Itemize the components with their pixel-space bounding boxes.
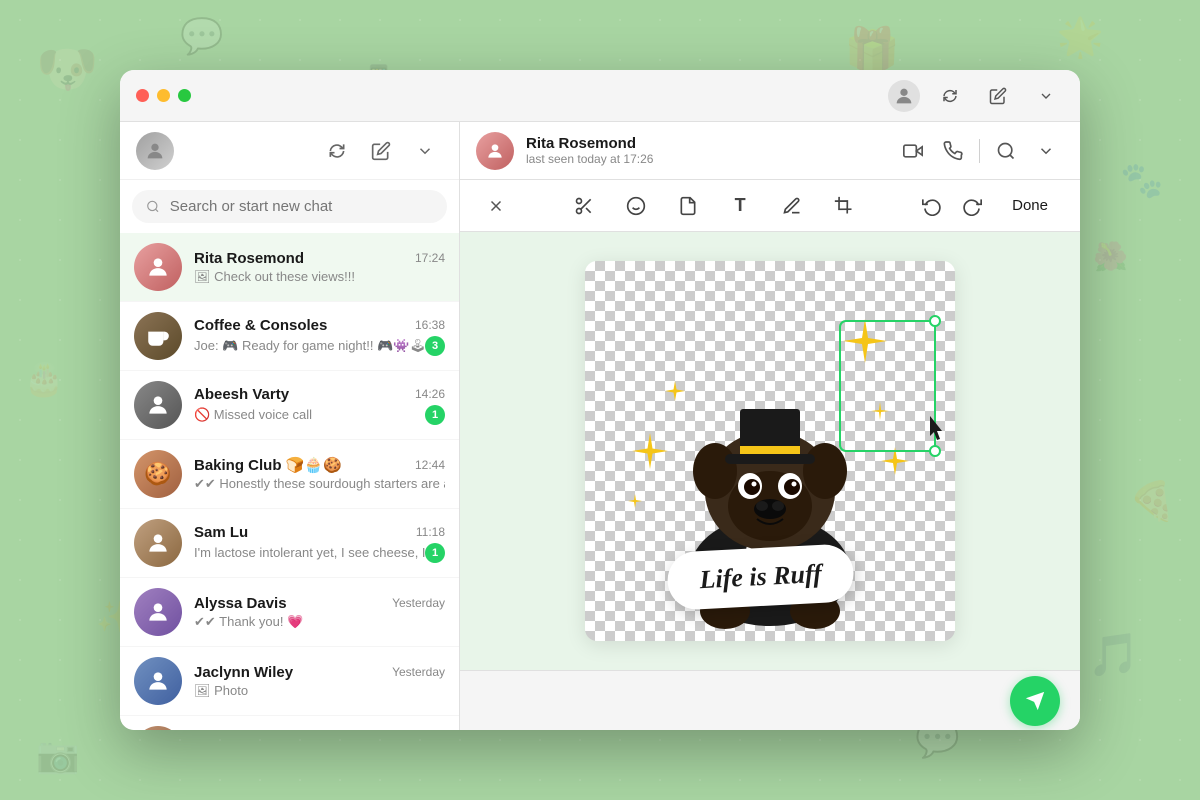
unread-badge: 3 [425, 336, 445, 356]
avatar [134, 519, 182, 567]
chat-preview: ✔✔ Thank you! 💗 [194, 614, 303, 630]
list-item[interactable]: Alyssa Davis Yesterday ✔✔ Thank you! 💗 [120, 578, 459, 647]
editor-close-button[interactable] [480, 190, 512, 222]
chat-time: 14:26 [415, 387, 445, 401]
send-button[interactable] [1010, 676, 1060, 726]
done-button[interactable]: Done [1000, 191, 1060, 220]
toolbar-tools: T [568, 190, 860, 222]
chat-name: Sam Lu [194, 524, 248, 541]
list-item[interactable]: Rita Rosemond 17:24 🖼 Check out these vi… [120, 233, 459, 302]
emoji-tool[interactable] [620, 190, 652, 222]
unread-badge: 1 [425, 543, 445, 563]
title-bar [120, 70, 1080, 122]
sidebar-menu-button[interactable] [407, 133, 443, 169]
sticker-canvas[interactable]: Life is Ruff [585, 261, 955, 641]
list-item[interactable]: Abeesh Varty 14:26 🚫 Missed voice call 1 [120, 371, 459, 440]
chat-preview: Joe: 🎮 Ready for game night!! 🎮👾🕹 [194, 338, 425, 354]
unread-badge: 1 [425, 405, 445, 425]
user-avatar[interactable] [136, 132, 174, 170]
toolbar-right: Done [916, 190, 1060, 222]
editor-toolbar: T [460, 180, 1080, 232]
chat-preview: 🚫 Missed voice call [194, 407, 312, 423]
sticker-editor: T [460, 180, 1080, 730]
chat-time: Yesterday [392, 596, 445, 610]
chat-time: 11:18 [416, 525, 445, 539]
scissors-tool[interactable] [568, 190, 600, 222]
minimize-button[interactable] [157, 89, 170, 102]
contact-name: Rita Rosemond [526, 135, 883, 152]
editor-canvas-area: Life is Ruff [460, 232, 1080, 670]
chat-name: Abeesh Varty [194, 386, 289, 403]
search-input[interactable] [170, 198, 433, 215]
chat-preview: 🖼 Check out these views!!! [194, 269, 355, 285]
list-item[interactable]: Sam Lu 11:18 I'm lactose intolerant yet,… [120, 509, 459, 578]
chat-header: Rita Rosemond last seen today at 17:26 [460, 122, 1080, 180]
sidebar-refresh-button[interactable] [319, 133, 355, 169]
chat-name: Jaclynn Wiley [194, 664, 293, 681]
close-button[interactable] [136, 89, 149, 102]
avatar [134, 726, 182, 730]
avatar [134, 243, 182, 291]
list-item[interactable]: Coffee & Consoles 16:38 Joe: 🎮 Ready for… [120, 302, 459, 371]
search-bar [132, 190, 447, 223]
contact-status: last seen today at 17:26 [526, 152, 883, 166]
chat-name: Coffee & Consoles [194, 317, 327, 334]
list-item[interactable]: 🍪 Baking Club 🍞🧁🍪 12:44 ✔✔ Honestly thes… [120, 440, 459, 509]
text-tool[interactable]: T [724, 190, 756, 222]
avatar: 🍪 [134, 450, 182, 498]
search-icon [146, 199, 160, 214]
pen-tool[interactable] [776, 190, 808, 222]
sidebar: Rita Rosemond 17:24 🖼 Check out these vi… [120, 122, 460, 730]
sidebar-header [120, 122, 459, 180]
chat-time: 17:24 [415, 251, 445, 265]
chat-preview: ✔✔ Honestly these sourdough starters are… [194, 476, 445, 492]
app-window: Rita Rosemond 17:24 🖼 Check out these vi… [120, 70, 1080, 730]
avatar [134, 588, 182, 636]
chat-panel: Rita Rosemond last seen today at 17:26 [460, 122, 1080, 730]
undo-button[interactable] [916, 190, 948, 222]
chat-time: 16:38 [415, 318, 445, 332]
crop-tool[interactable] [828, 190, 860, 222]
sticker-tool[interactable] [672, 190, 704, 222]
chat-time: 12:44 [415, 458, 445, 472]
avatar [134, 657, 182, 705]
voice-call-button[interactable] [935, 133, 971, 169]
chat-search-button[interactable] [988, 133, 1024, 169]
chat-menu-button[interactable] [1028, 133, 1064, 169]
maximize-button[interactable] [178, 89, 191, 102]
editor-bottom [460, 670, 1080, 730]
chat-preview: I'm lactose intolerant yet, I see cheese… [194, 545, 425, 560]
divider [979, 139, 980, 163]
chat-time: Yesterday [392, 665, 445, 679]
compose-button[interactable] [980, 78, 1016, 114]
refresh-button[interactable] [932, 78, 968, 114]
chevron-down-icon[interactable] [1028, 78, 1064, 114]
chat-name: Alyssa Davis [194, 595, 287, 612]
sidebar-compose-button[interactable] [363, 133, 399, 169]
contact-avatar[interactable] [476, 132, 514, 170]
chat-name: Rita Rosemond [194, 250, 304, 267]
chat-name: Baking Club 🍞🧁🍪 [194, 456, 342, 474]
chat-preview: 🖼 Photo [194, 683, 248, 699]
list-item[interactable]: Jaclynn Wiley Yesterday 🖼 Photo [120, 647, 459, 716]
title-avatar[interactable] [888, 80, 920, 112]
chat-list: Rita Rosemond 17:24 🖼 Check out these vi… [120, 233, 459, 730]
app-content: Rita Rosemond 17:24 🖼 Check out these vi… [120, 122, 1080, 730]
traffic-lights [136, 89, 191, 102]
avatar [134, 312, 182, 360]
sticker-text-banner: Life is Ruff [666, 543, 855, 611]
video-call-button[interactable] [895, 133, 931, 169]
list-item[interactable]: Mum Yesterday ✔✔ Night, love you too xx [120, 716, 459, 730]
redo-button[interactable] [956, 190, 988, 222]
avatar [134, 381, 182, 429]
